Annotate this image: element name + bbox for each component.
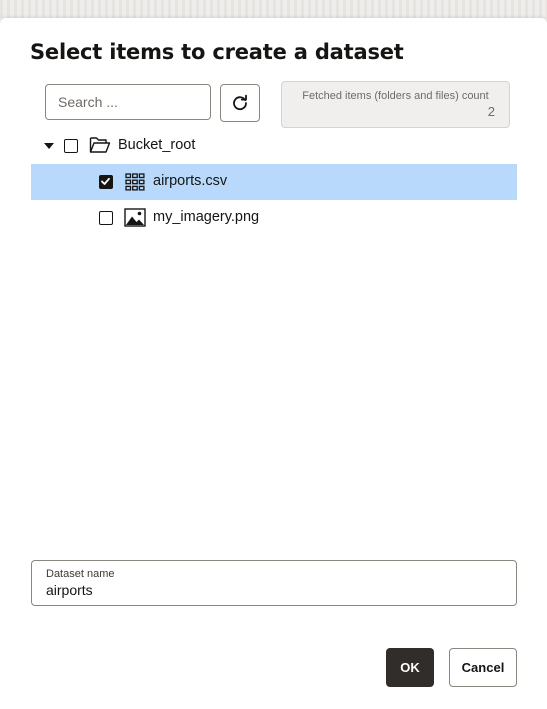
table-grid-icon [125,173,145,191]
tree-row-airports-csv[interactable]: airports.csv [31,164,517,200]
ok-button[interactable]: OK [386,648,434,687]
refresh-icon [231,94,249,112]
image-icon [124,208,146,227]
checkbox-my-imagery-png[interactable] [99,211,113,225]
tree-row-my-imagery-png[interactable]: my_imagery.png [31,200,517,236]
tree-row-bucket-root[interactable]: Bucket_root [31,128,517,164]
page-backdrop [0,0,547,18]
dialog-title: Select items to create a dataset [30,40,404,64]
tree-label-bucket-root: Bucket_root [118,137,196,153]
fetched-items-count: Fetched items (folders and files) count … [281,81,510,128]
fetched-items-count-value: 2 [487,104,495,119]
caret-down-icon[interactable] [44,143,54,149]
checkbox-bucket-root[interactable] [64,139,78,153]
checkbox-airports-csv[interactable] [99,175,113,189]
search-input[interactable] [45,84,211,120]
folder-open-icon [89,135,111,155]
dataset-name-label: Dataset name [46,568,115,580]
dataset-name-input[interactable] [46,581,496,599]
refresh-button[interactable] [220,84,260,122]
create-dataset-dialog: Select items to create a dataset Fetched… [0,18,547,709]
cancel-button[interactable]: Cancel [449,648,517,687]
tree-label-my-imagery-png: my_imagery.png [153,209,260,225]
tree-label-airports-csv: airports.csv [153,173,228,189]
fetched-items-count-label: Fetched items (folders and files) count [302,90,489,102]
checkmark-icon [101,177,110,185]
dataset-name-field[interactable]: Dataset name [31,560,517,606]
